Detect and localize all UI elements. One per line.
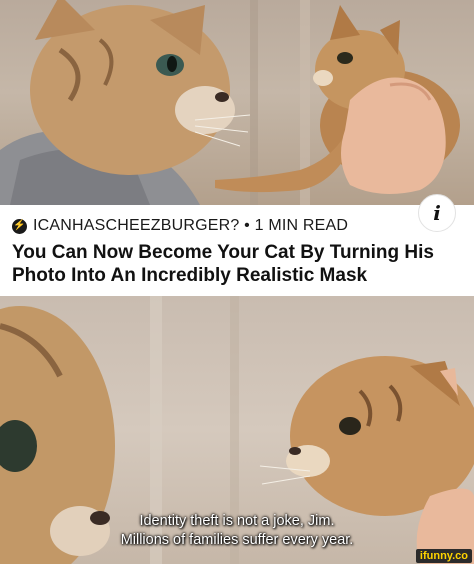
info-icon[interactable]: i <box>418 194 456 232</box>
article-source-text: ICANHASCHEEZBURGER? • 1 MIN READ <box>33 217 349 234</box>
top-photo <box>0 0 474 205</box>
article-headline[interactable]: You Can Now Become Your Cat By Turning H… <box>12 241 464 287</box>
ifunny-watermark: ifunny.co <box>415 549 472 563</box>
article-source-line: ⚡ ICANHASCHEEZBURGER? • 1 MIN READ <box>12 215 462 237</box>
article-card[interactable]: ⚡ ICANHASCHEEZBURGER? • 1 MIN READ You C… <box>0 205 474 296</box>
subtitle-line-2: Millions of families suffer every year. <box>120 532 354 548</box>
info-glyph: i <box>433 201 441 225</box>
subtitle-line-1: Identity theft is not a joke, Jim. <box>139 513 335 529</box>
lightning-bolt-icon: ⚡ <box>12 218 27 234</box>
masked-person-holding-kitten-illustration <box>0 0 460 205</box>
